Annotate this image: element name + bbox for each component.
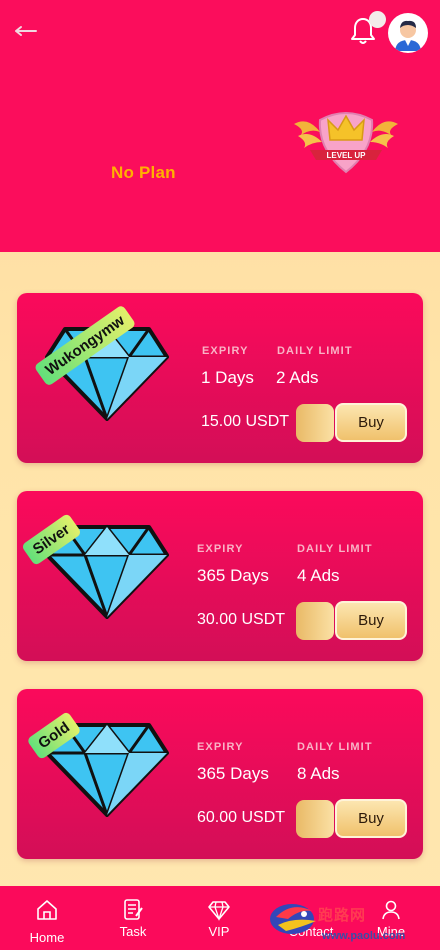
- expiry-label: EXPIRY: [197, 741, 244, 753]
- notification-dot: [369, 11, 386, 28]
- task-icon: [124, 899, 143, 920]
- nav-task[interactable]: Task: [93, 886, 173, 950]
- back-arrow-icon[interactable]: [14, 24, 38, 38]
- daily-limit-label: DAILY LIMIT: [297, 543, 373, 555]
- mine-icon: [382, 900, 400, 920]
- nav-vip[interactable]: VIP: [179, 886, 259, 950]
- header: No Plan LEVEL UP: [0, 0, 440, 252]
- plan-card: Gold EXPIRY DAILY LIMIT 365 Days 8 Ads 6…: [17, 689, 423, 859]
- plan-status: No Plan: [111, 163, 176, 182]
- buy-button[interactable]: Buy: [335, 799, 407, 838]
- watermark-text: 跑路网: [318, 907, 367, 924]
- expiry-value: 365 Days: [197, 764, 269, 783]
- nav-task-label: Task: [119, 924, 147, 939]
- expiry-value: 1 Days: [201, 368, 254, 387]
- daily-limit-value: 2 Ads: [276, 368, 319, 387]
- daily-limit-label: DAILY LIMIT: [277, 345, 353, 357]
- svg-text:LEVEL UP: LEVEL UP: [327, 151, 367, 160]
- plan-price: 15.00 USDT: [201, 413, 290, 430]
- daily-limit-value: 4 Ads: [297, 566, 340, 585]
- level-up-badge: LEVEL UP: [294, 112, 398, 174]
- plan-card: Wukongymw EXPIRY DAILY LIMIT 1 Days 2 Ad…: [17, 293, 423, 463]
- watermark-url: www.paolu.com: [322, 930, 406, 942]
- expiry-label: EXPIRY: [197, 543, 244, 555]
- home-icon: [37, 900, 57, 920]
- watermark-logo-icon: [270, 904, 316, 934]
- buy-button[interactable]: Buy: [335, 403, 407, 442]
- buy-button[interactable]: Buy: [335, 601, 407, 640]
- expiry-label: EXPIRY: [202, 345, 249, 357]
- vip-icon: [208, 901, 230, 922]
- daily-limit-label: DAILY LIMIT: [297, 741, 373, 753]
- plan-card: Silver EXPIRY DAILY LIMIT 365 Days 4 Ads…: [17, 491, 423, 661]
- quantity-field[interactable]: [296, 800, 334, 838]
- plan-price: 30.00 USDT: [197, 611, 286, 628]
- daily-limit-value: 8 Ads: [297, 764, 340, 783]
- nav-vip-label: VIP: [208, 924, 230, 939]
- plan-price: 60.00 USDT: [197, 809, 286, 826]
- expiry-value: 365 Days: [197, 566, 269, 585]
- quantity-field[interactable]: [296, 602, 334, 640]
- nav-home-label: Home: [29, 930, 65, 945]
- nav-home[interactable]: Home: [7, 886, 87, 950]
- quantity-field[interactable]: [296, 404, 334, 442]
- avatar-icon: [389, 14, 427, 52]
- avatar[interactable]: [388, 13, 428, 53]
